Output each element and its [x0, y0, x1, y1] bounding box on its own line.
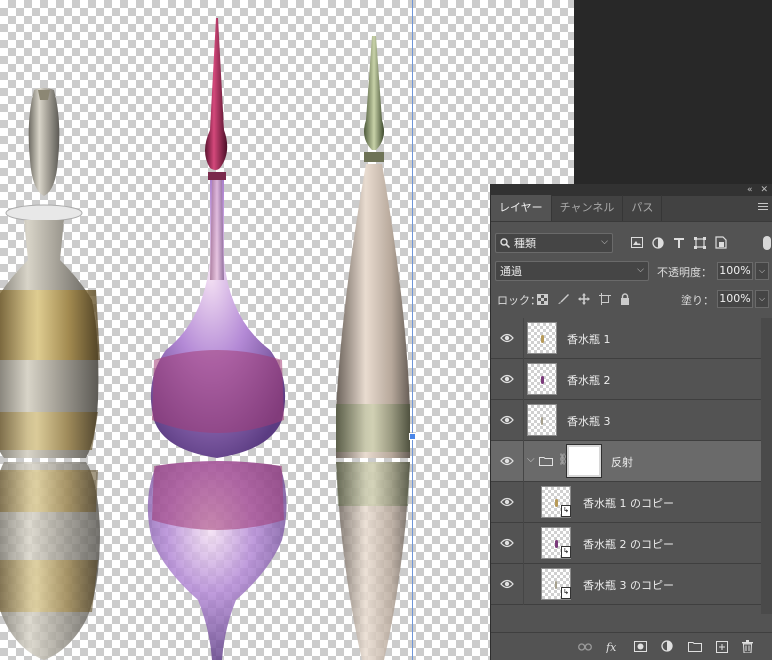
smart-object-badge-icon: ↳ — [561, 587, 571, 599]
search-icon — [500, 238, 510, 248]
tab-channels[interactable]: チャンネル — [552, 195, 624, 221]
chevron-down-icon: ⌵ — [637, 265, 644, 275]
visibility-eye-icon[interactable] — [500, 332, 514, 344]
close-panel-icon[interactable]: ✕ — [760, 185, 768, 195]
visibility-eye-icon[interactable] — [500, 373, 514, 385]
tab-paths[interactable]: パス — [623, 195, 663, 221]
smart-object-filter-icon[interactable] — [715, 236, 727, 249]
transform-handle[interactable] — [409, 433, 416, 440]
blend-mode-value: 通過 — [500, 265, 522, 278]
layer-row[interactable]: 香水瓶 1 — [491, 318, 761, 359]
layer-thumbnail[interactable]: ↳ — [541, 568, 571, 600]
filter-toggle-switch[interactable] — [763, 236, 771, 250]
pixel-filter-icon[interactable] — [631, 237, 643, 248]
folder-icon — [539, 457, 553, 466]
lock-all-icon[interactable] — [620, 293, 630, 305]
lock-image-icon[interactable] — [557, 293, 569, 305]
group-expand-chevron-icon[interactable]: ⌵ — [527, 454, 535, 465]
lock-position-icon[interactable] — [578, 293, 590, 305]
bottle-2 — [147, 18, 287, 660]
visibility-eye-icon[interactable] — [500, 455, 514, 467]
layer-name[interactable]: 香水瓶 1 のコピー — [583, 495, 674, 511]
visibility-eye-icon[interactable] — [500, 578, 514, 590]
lock-transparent-icon[interactable] — [537, 293, 548, 305]
panel-bottom-bar: fx — [491, 632, 772, 660]
fx-icon[interactable]: fx — [606, 641, 620, 653]
document-canvas[interactable] — [0, 0, 574, 660]
layers-list: 香水瓶 1 香水瓶 2 香水瓶 3 ⌵ ⛓ 反射 ↳ 香水瓶 1 のコピー ↳ … — [491, 318, 761, 605]
layer-row[interactable]: ↳ 香水瓶 2 のコピー — [491, 523, 761, 564]
filter-icons — [631, 236, 727, 249]
smart-object-badge-icon: ↳ — [561, 546, 571, 558]
layer-name[interactable]: 香水瓶 2 のコピー — [583, 536, 674, 552]
layer-thumbnail[interactable]: ↳ — [541, 527, 571, 559]
layer-row[interactable]: ↳ 香水瓶 1 のコピー — [491, 482, 761, 523]
layer-row[interactable]: 香水瓶 3 — [491, 400, 761, 441]
layers-scrollbar[interactable] — [761, 318, 772, 614]
layer-group-row[interactable]: ⌵ ⛓ 反射 — [491, 441, 761, 482]
opacity-dropdown-icon[interactable]: ⌵ — [755, 262, 769, 280]
row-divider — [523, 441, 524, 482]
lock-label: ロック： — [497, 294, 541, 307]
smart-object-badge-icon: ↳ — [561, 505, 571, 517]
row-divider — [523, 482, 524, 523]
row-divider — [523, 318, 524, 359]
lock-artboard-icon[interactable] — [599, 293, 611, 305]
layer-row[interactable]: ↳ 香水瓶 3 のコピー — [491, 564, 761, 605]
blend-mode-select[interactable]: 通過 ⌵ — [495, 261, 649, 281]
svg-text:fx: fx — [606, 641, 617, 653]
row-divider — [523, 400, 524, 441]
canvas-guide-line[interactable] — [412, 0, 413, 660]
fill-input[interactable]: 100% — [717, 290, 753, 308]
row-divider — [523, 564, 524, 605]
layer-thumbnail[interactable] — [527, 322, 557, 354]
adjustment-filter-icon[interactable] — [652, 236, 664, 249]
bottle-3 — [336, 36, 410, 660]
layer-filter-select[interactable]: 種類 ⌵ — [495, 233, 613, 253]
shape-filter-icon[interactable] — [694, 236, 706, 249]
new-layer-icon[interactable] — [716, 640, 728, 653]
layer-name[interactable]: 香水瓶 3 のコピー — [583, 577, 674, 593]
layer-row[interactable]: 香水瓶 2 — [491, 359, 761, 400]
layer-name[interactable]: 香水瓶 2 — [567, 372, 611, 388]
lock-icons — [537, 293, 630, 305]
add-mask-icon[interactable] — [634, 641, 647, 652]
layers-panel: « ✕ レイヤー チャンネル パス 種類 ⌵ 通過 ⌵ 不透明度： 100% ⌵… — [490, 184, 772, 660]
layer-name[interactable]: 香水瓶 3 — [567, 413, 611, 429]
layer-mask-thumbnail[interactable] — [566, 444, 602, 478]
trash-icon[interactable] — [742, 640, 753, 653]
adjustment-icon[interactable] — [661, 640, 674, 653]
link-icon[interactable] — [578, 642, 592, 652]
row-divider — [523, 523, 524, 564]
visibility-eye-icon[interactable] — [500, 496, 514, 508]
layer-name[interactable]: 香水瓶 1 — [567, 331, 611, 347]
filter-kind-label: 種類 — [514, 237, 536, 250]
layer-name[interactable]: 反射 — [611, 454, 633, 470]
workspace-background — [574, 0, 772, 184]
opacity-input[interactable]: 100% — [717, 262, 753, 280]
row-divider — [523, 359, 524, 400]
canvas-artwork — [0, 18, 410, 660]
chevron-down-icon: ⌵ — [601, 237, 608, 247]
fill-dropdown-icon[interactable]: ⌵ — [755, 290, 769, 308]
opacity-label: 不透明度： — [657, 266, 712, 279]
layer-thumbnail[interactable] — [527, 404, 557, 436]
collapse-panel-icon[interactable]: « — [747, 185, 753, 195]
tab-layers[interactable]: レイヤー — [491, 195, 552, 221]
panel-tabs: レイヤー チャンネル パス — [491, 195, 772, 222]
fill-label: 塗り： — [681, 294, 714, 307]
new-group-icon[interactable] — [688, 641, 702, 652]
layer-thumbnail[interactable]: ↳ — [541, 486, 571, 518]
visibility-eye-icon[interactable] — [500, 537, 514, 549]
type-filter-icon[interactable] — [673, 237, 685, 249]
panel-menu-icon[interactable] — [758, 203, 768, 213]
bottle-1 — [0, 88, 100, 660]
visibility-eye-icon[interactable] — [500, 414, 514, 426]
layer-thumbnail[interactable] — [527, 363, 557, 395]
